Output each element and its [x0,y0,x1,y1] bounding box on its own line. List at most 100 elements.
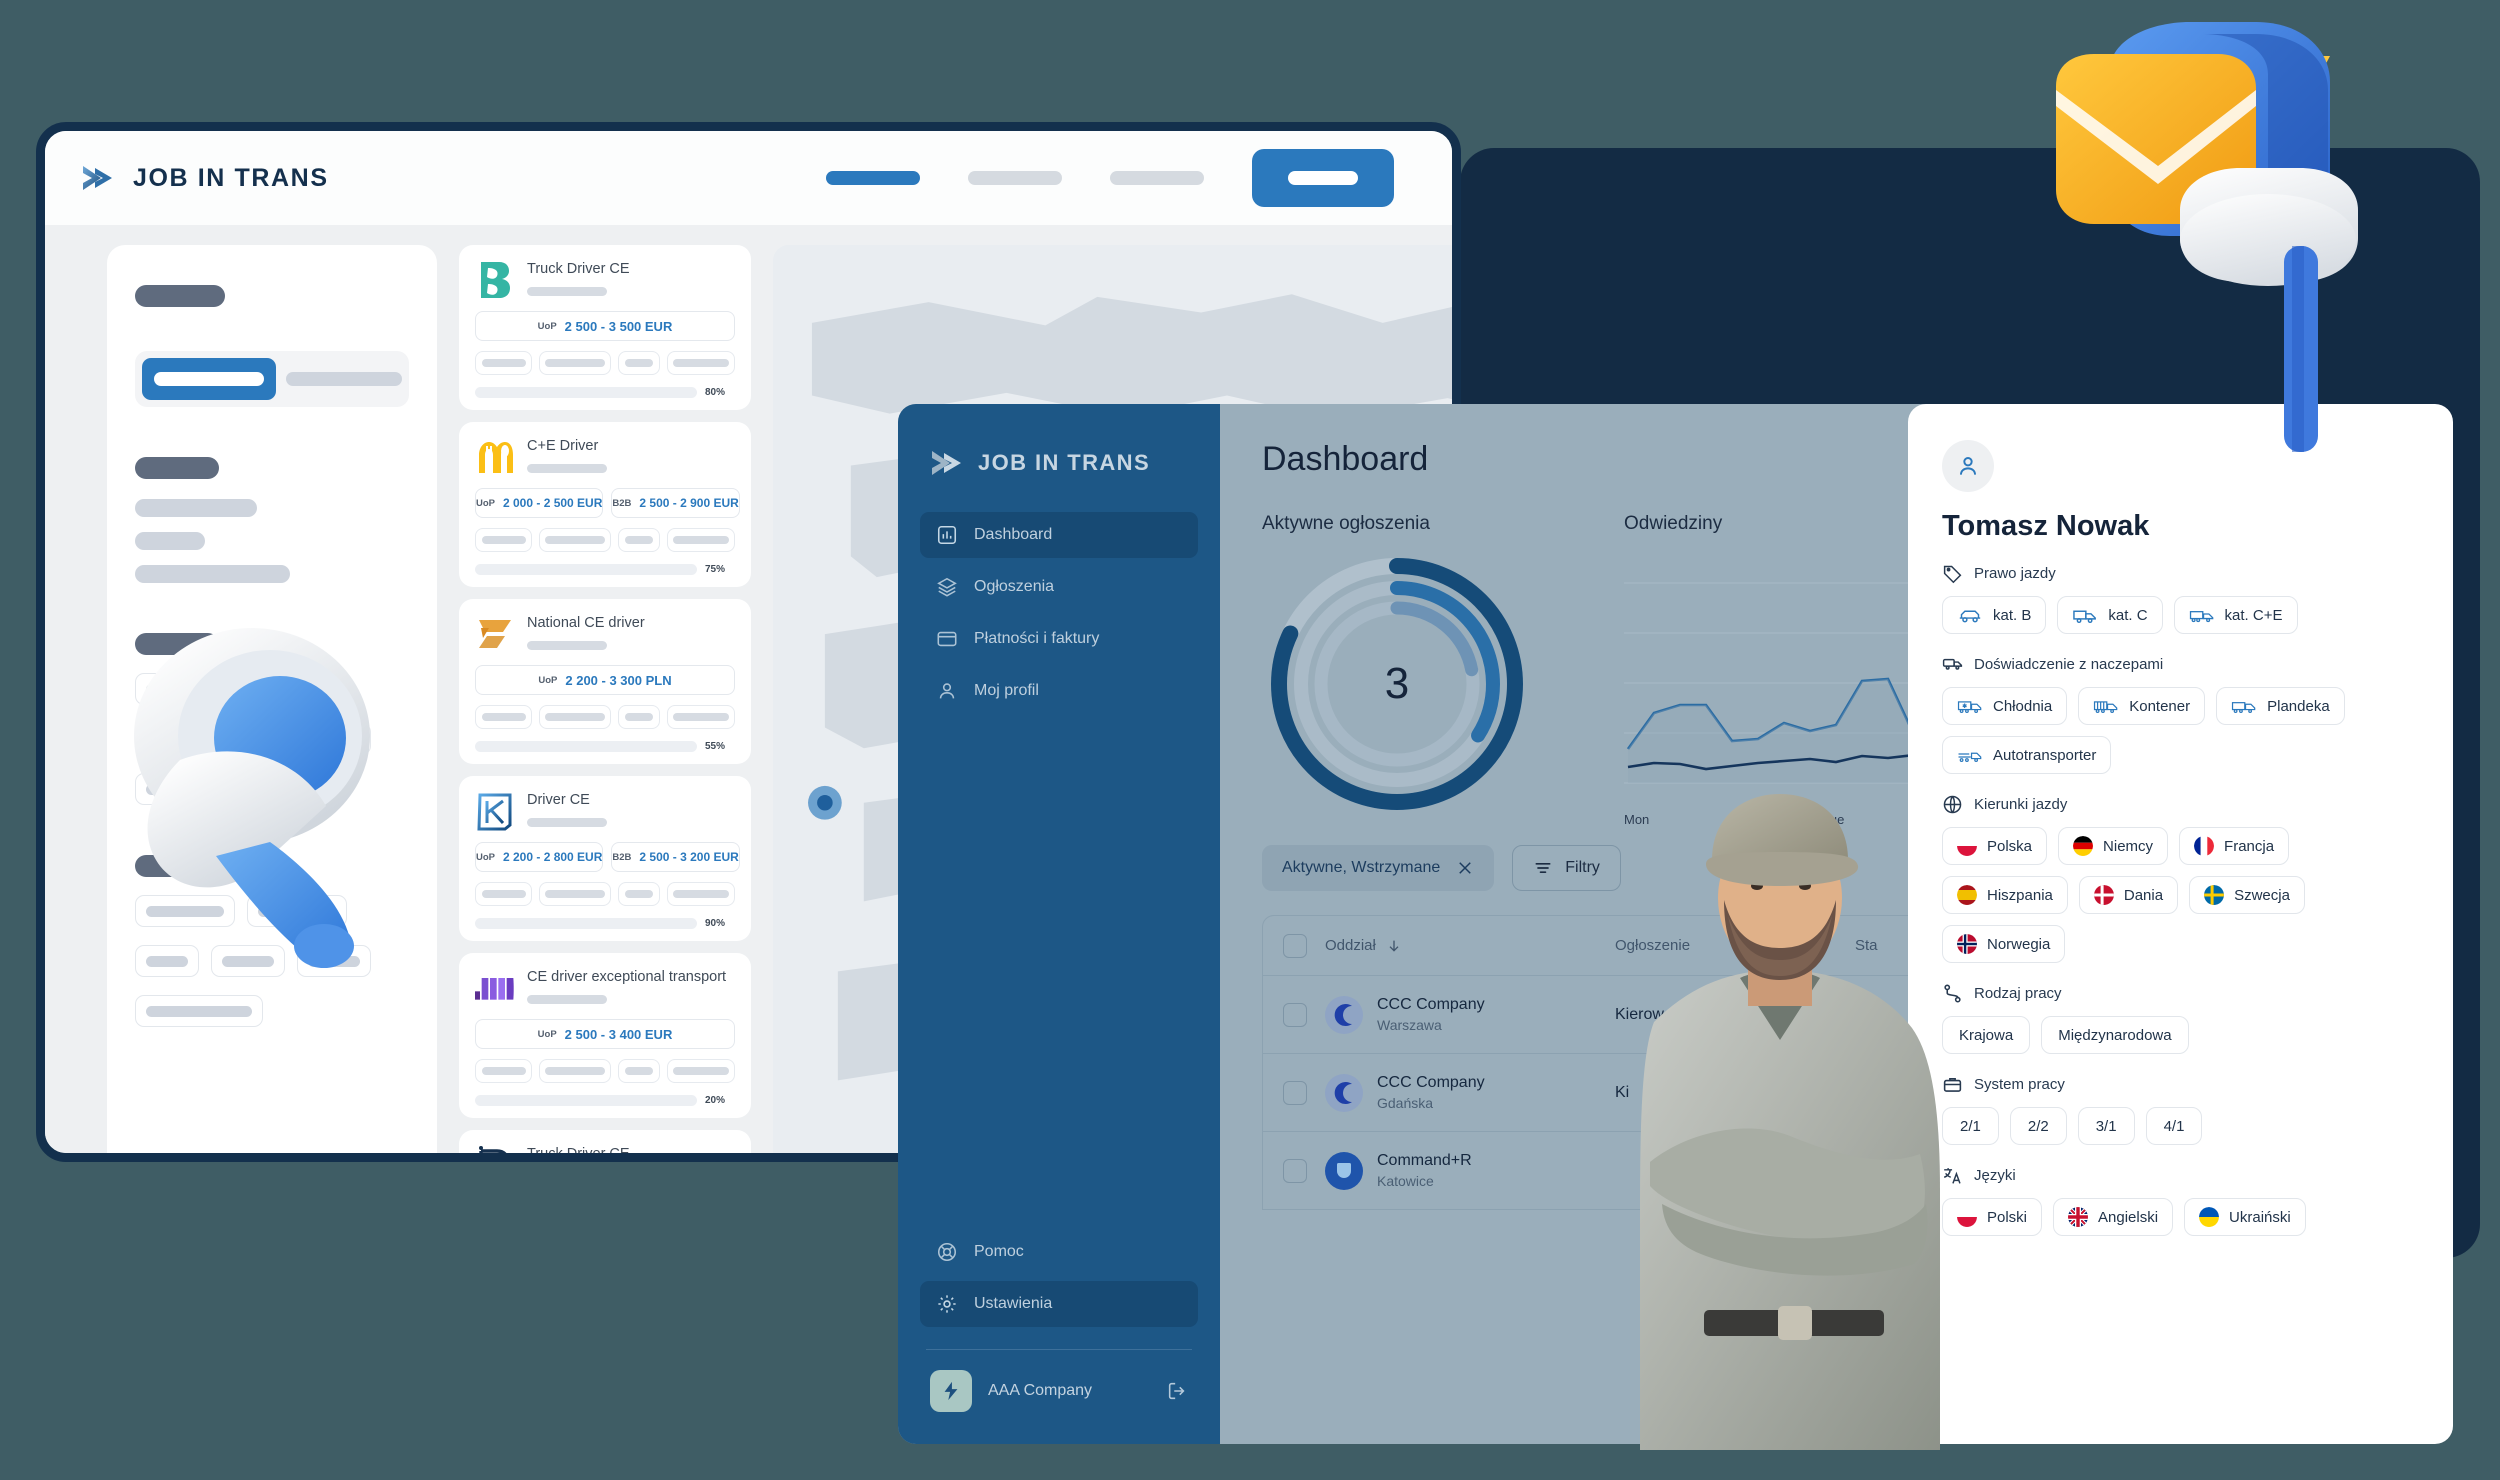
filter-line[interactable] [135,499,257,517]
blue-k-logo-icon [477,793,512,831]
nav-pill-3[interactable] [1110,171,1204,185]
chip-dania[interactable]: Dania [2078,876,2179,914]
filter-chip[interactable] [135,673,235,705]
filter-chip[interactable] [211,723,285,755]
chip-system-2-1[interactable]: 2/1 [1942,1107,1999,1145]
top-nav [826,149,1394,207]
active-filter-chip[interactable]: Aktywne, Wstrzymane [1262,845,1495,891]
chip-autotransporter[interactable]: Autotransporter [1942,736,2112,774]
job-card[interactable]: CE driver exceptional transport UoP 2 50… [459,953,751,1118]
brand-logo-group[interactable]: JOB IN TRANS [81,163,329,193]
user-icon [1959,457,1977,475]
chip-system-3-1[interactable]: 3/1 [2077,1107,2135,1145]
chip-system-2-2[interactable]: 2/2 [2009,1107,2067,1145]
filter-group-3 [135,855,409,1027]
column-oddzial[interactable]: Oddział [1325,937,1615,954]
flag-es-icon [1957,885,1977,905]
avatar [1942,440,1994,492]
job-tag [475,882,532,906]
sidebar-item-ustawienia[interactable]: Ustawienia [920,1281,1198,1327]
segmented-control[interactable] [135,351,409,407]
salary-type: UoP [476,497,495,509]
filter-chip[interactable] [135,945,199,977]
nav-pill-1[interactable] [826,171,920,185]
filter-line[interactable] [135,565,290,583]
table-row[interactable]: CCC Company Warszawa Kierowca C [1263,976,1961,1054]
chip-label: Norwegia [1987,935,2051,953]
table-row[interactable]: CCC Company Gdańska Ki [1263,1054,1961,1132]
job-tag [617,882,660,906]
chip-label: Angielski [2098,1208,2159,1226]
job-card[interactable]: National CE driver UoP 2 200 - 3 300 PLN [459,599,751,764]
sidebar-company[interactable]: AAA Company [920,1370,1198,1422]
filter-chip[interactable] [247,895,347,927]
chip-kat-ce[interactable]: kat. C+E [2173,596,2298,634]
section-title: Doświadczenie z naczepami [1974,656,2164,673]
table-row[interactable]: Command+R Katowice [1263,1132,1961,1210]
navy-r-logo-icon [479,1146,507,1153]
chip-kat-b[interactable]: kat. B [1942,596,2047,634]
chip-polski[interactable]: Polski [1942,1198,2043,1236]
dashboard-brand[interactable]: JOB IN TRANS [930,448,1198,478]
filter-chip[interactable] [135,995,263,1027]
select-all-checkbox[interactable] [1283,933,1307,958]
row-checkbox[interactable] [1283,1080,1307,1105]
logout-icon[interactable] [1166,1380,1188,1402]
chip-szwecja[interactable]: Szwecja [2189,876,2305,914]
filter-chip[interactable] [297,945,371,977]
chip-chlodnia[interactable]: Chłodnia [1942,687,2068,725]
chip-angielski[interactable]: Angielski [2053,1198,2174,1236]
filter-chip[interactable] [135,723,199,755]
chip-francja[interactable]: Francja [2179,827,2290,865]
filter-chip[interactable] [135,773,263,805]
chip-plandeka[interactable]: Plandeka [2216,687,2345,725]
job-card[interactable]: Truck Driver CE UoP 2 700 EUR [459,1130,751,1153]
filter-chip[interactable] [211,945,285,977]
ccc-logo-icon [1325,995,1363,1034]
chip-polska[interactable]: Polska [1942,827,2048,865]
sidebar-item-ogloszenia[interactable]: Ogłoszenia [920,564,1198,610]
active-listings-donut: 3 [1262,549,1532,819]
filter-chip[interactable] [247,673,347,705]
chip-kontener[interactable]: Kontener [2078,687,2206,725]
chip-kat-c[interactable]: kat. C [2057,596,2163,634]
sidebar-item-profil[interactable]: Moj profil [920,668,1198,714]
route-icon [1944,984,1961,1003]
filter-chip[interactable] [297,723,371,755]
job-tag [667,1059,735,1083]
tag-icon [1943,565,1962,584]
row-checkbox[interactable] [1283,1002,1307,1027]
chart-tick: Mon [1624,812,1650,827]
chip-miedzynarodowa[interactable]: Międzynarodowa [2041,1016,2189,1054]
filter-line[interactable] [135,532,205,550]
filter-chip[interactable] [135,895,235,927]
job-card[interactable]: C+E Driver UoP 2 000 - 2 500 EUR B2B 2 5… [459,422,751,587]
row-checkbox[interactable] [1283,1158,1307,1183]
nav-pill-2[interactable] [968,171,1062,185]
sidebar-item-dashboard[interactable]: Dashboard [920,512,1198,558]
chip-norwegia[interactable]: Norwegia [1942,925,2066,963]
segment-selected[interactable] [142,358,276,400]
sidebar-item-pomoc[interactable]: Pomoc [920,1229,1198,1275]
close-icon[interactable] [1456,859,1474,877]
filters-button[interactable]: Filtry [1512,845,1621,891]
chip-krajowa[interactable]: Krajowa [1942,1016,2031,1054]
nav-cta-button[interactable] [1252,149,1394,207]
column-ogloszenie[interactable]: Ogłoszenie [1615,937,1855,954]
section-prawo-jazdy: Prawo jazdy kat. B kat. C kat. C+E [1942,563,2419,634]
flag-pl-icon [1957,1207,1977,1227]
column-status[interactable]: Sta [1855,937,1878,954]
job-card[interactable]: Truck Driver CE UoP 2 500 - 3 500 EUR 80… [459,245,751,410]
sidebar-item-platnosci[interactable]: Płatności i faktury [920,616,1198,662]
filter-group-2 [135,633,409,805]
chip-ukrainski[interactable]: Ukraiński [2184,1198,2306,1236]
job-company-placeholder [527,817,607,827]
chip-system-4-1[interactable]: 4/1 [2145,1107,2203,1145]
job-card[interactable]: Driver CE UoP 2 200 - 2 800 EUR B2B 2 50… [459,776,751,941]
lifebuoy-icon [937,1242,957,1262]
salary-value: 2 500 - 3 400 EUR [564,1026,673,1042]
chip-hiszpania[interactable]: Hiszpania [1942,876,2068,914]
chip-niemcy[interactable]: Niemcy [2058,827,2169,865]
segment-other[interactable] [285,372,402,386]
filter-panel [107,245,437,1153]
